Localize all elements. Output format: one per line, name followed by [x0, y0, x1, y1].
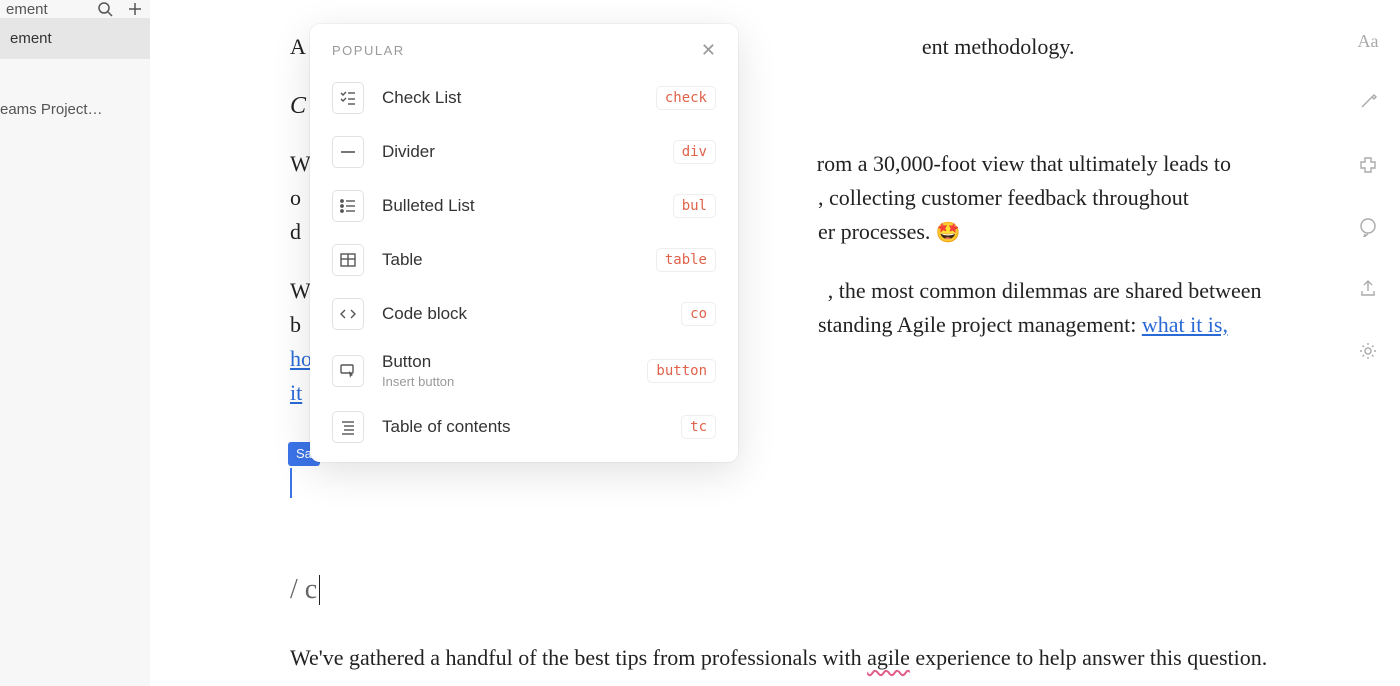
- close-icon[interactable]: ✕: [701, 40, 716, 61]
- sidebar-top-title: ement: [6, 1, 84, 18]
- text: We've gathered a handful of the best tip…: [290, 645, 867, 670]
- popup-item-shortcut: button: [647, 359, 716, 383]
- text: er processes.: [818, 219, 936, 244]
- popup-item-toc[interactable]: Table of contents tc: [322, 400, 726, 454]
- popup-section-label: POPULAR: [332, 43, 701, 58]
- paragraph[interactable]: We've gathered a handful of the best tip…: [290, 641, 1270, 675]
- popup-item-code-block[interactable]: Code block co: [322, 287, 726, 341]
- text: , collecting customer feedback throughou…: [818, 185, 1189, 210]
- text: , the most common dilemmas are shared be…: [828, 278, 1262, 303]
- text: rom a 30,000-foot view that ultimately l…: [817, 151, 1231, 176]
- popup-item-divider[interactable]: Divider div: [322, 125, 726, 179]
- table-icon: [332, 244, 364, 276]
- popup-item-shortcut: tc: [681, 415, 716, 439]
- popup-item-label: Check List: [382, 88, 638, 108]
- slash-command-input[interactable]: / c: [290, 568, 1280, 611]
- text-style-button[interactable]: Aa: [1355, 28, 1381, 54]
- add-page-icon[interactable]: [126, 0, 144, 18]
- popup-item-subtitle: Insert button: [382, 374, 629, 389]
- sidebar-item-current-page[interactable]: ement: [0, 18, 150, 59]
- slash-command-popup: POPULAR ✕ Check List check Divider div B…: [310, 24, 738, 462]
- comments-icon[interactable]: [1355, 214, 1381, 240]
- popup-item-check-list[interactable]: Check List check: [322, 71, 726, 125]
- search-icon[interactable]: [96, 0, 114, 18]
- popup-item-label: Bulleted List: [382, 196, 655, 216]
- text: experience to help answer this question.: [910, 645, 1267, 670]
- bulleted-list-icon: [332, 190, 364, 222]
- settings-icon[interactable]: [1355, 338, 1381, 364]
- popup-item-shortcut: div: [673, 140, 716, 164]
- popup-item-button[interactable]: Button Insert button button: [322, 341, 726, 400]
- divider-icon: [332, 136, 364, 168]
- popup-item-shortcut: co: [681, 302, 716, 326]
- popup-item-table[interactable]: Table table: [322, 233, 726, 287]
- popup-item-bulleted-list[interactable]: Bulleted List bul: [322, 179, 726, 233]
- popup-item-label: Divider: [382, 142, 655, 162]
- right-toolbar: Aa: [1350, 28, 1386, 364]
- popup-item-shortcut: bul: [673, 194, 716, 218]
- popup-item-label: Code block: [382, 304, 663, 324]
- sidebar-item-teams-project[interactable]: eams Project…: [0, 89, 150, 130]
- slash-text: / c: [290, 568, 317, 611]
- star-struck-emoji: 🤩: [936, 222, 961, 244]
- toc-icon: [332, 411, 364, 443]
- sidebar-top: ement: [0, 0, 150, 18]
- text: ent methodology.: [922, 34, 1075, 59]
- popup-item-label: Table of contents: [382, 417, 663, 437]
- extension-icon[interactable]: [1355, 152, 1381, 178]
- button-icon: [332, 355, 364, 387]
- text-cursor: [290, 468, 1280, 508]
- code-block-icon: [332, 298, 364, 330]
- ai-sparkle-icon[interactable]: [1355, 90, 1381, 116]
- left-sidebar: ement ement eams Project…: [0, 0, 150, 686]
- text: C: [290, 93, 306, 119]
- checklist-icon: [332, 82, 364, 114]
- spellcheck-word[interactable]: agile: [867, 645, 910, 670]
- popup-item-label: Button: [382, 352, 629, 372]
- caret-icon: [319, 575, 320, 605]
- popup-item-shortcut: table: [656, 248, 716, 272]
- agile-definition-link-cont[interactable]: it: [290, 380, 302, 405]
- text: standing Agile project management:: [818, 312, 1142, 337]
- popup-item-shortcut: check: [656, 86, 716, 110]
- share-icon[interactable]: [1355, 276, 1381, 302]
- popup-item-label: Table: [382, 250, 638, 270]
